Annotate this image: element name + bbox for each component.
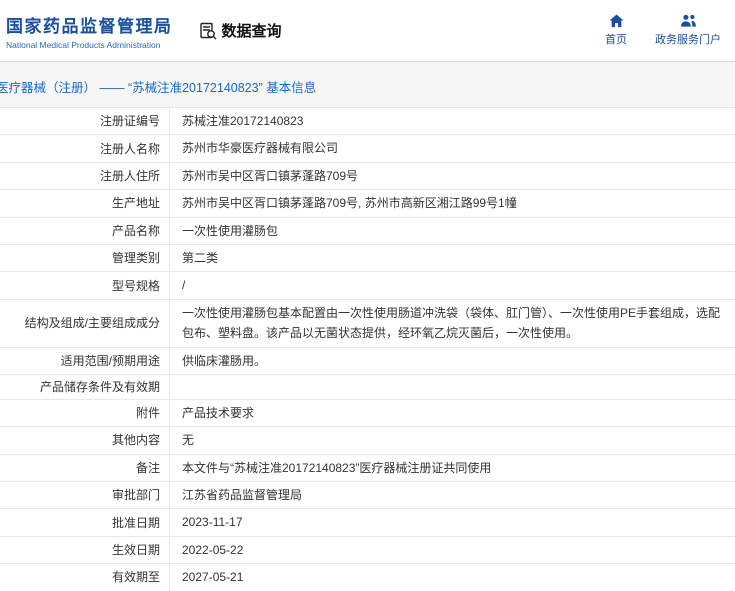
data-query-section: 数据查询 xyxy=(199,20,282,41)
row-value: 2027-05-21 xyxy=(182,570,244,585)
row-value: 苏械注准20172140823 xyxy=(182,114,304,128)
table-row: 附件 产品技术要求 xyxy=(0,399,735,428)
row-value: 苏州市吴中区胥口镇茅蓬路709号, 苏州市高新区湘江路99号1幢 xyxy=(182,196,517,211)
nav-portal-label: 政务服务门户 xyxy=(655,34,721,46)
site-logo: 国家药品监督管理局 National Medical Products Admi… xyxy=(6,12,173,50)
row-label: 备注 xyxy=(0,454,170,482)
registration-info-table: 注册证编号 苏械注准20172140823 注册人名称 苏州市华豪医疗器械有限公… xyxy=(0,107,735,591)
row-label: 批准日期 xyxy=(0,509,170,536)
table-row: 型号规格 / xyxy=(0,272,735,300)
row-label: 结构及组成/主要组成成分 xyxy=(0,299,170,347)
table-row: 生产地址 苏州市吴中区胥口镇茅蓬路709号, 苏州市高新区湘江路99号1幢 xyxy=(0,190,735,218)
row-value: 第二类 xyxy=(182,250,219,265)
table-row: 注册证编号 苏械注准20172140823 xyxy=(0,108,735,136)
row-value: 苏州市吴中区胥口镇茅蓬路709号 xyxy=(182,168,359,183)
row-label: 其他内容 xyxy=(0,427,170,454)
row-value: 江苏省药品监督管理局 xyxy=(182,488,303,503)
row-value xyxy=(170,375,735,399)
row-value: 产品技术要求 xyxy=(182,405,255,420)
header-nav: 首页 政务服务门户 xyxy=(605,14,721,47)
home-icon xyxy=(609,14,624,28)
row-value: 一次性使用灌肠包基本配置由一次性使用肠道冲洗袋（袋体、肛门管）、一次性使用PE手… xyxy=(182,305,721,341)
row-value: 本文件与“苏械注准20172140823”医疗器械注册证共同使用 xyxy=(182,460,492,475)
row-label: 适用范围/预期用途 xyxy=(0,347,170,374)
row-label: 型号规格 xyxy=(0,272,170,299)
table-row: 其他内容 无 xyxy=(0,427,735,455)
row-label: 注册人住所 xyxy=(0,162,170,190)
row-label: 生产地址 xyxy=(0,190,170,217)
table-row: 产品名称 一次性使用灌肠包 xyxy=(0,217,735,245)
table-row: 注册人名称 苏州市华豪医疗器械有限公司 xyxy=(0,135,735,163)
row-value: 2022-05-22 xyxy=(182,542,244,557)
row-label: 注册人名称 xyxy=(0,135,170,162)
table-row: 批准日期 2023-11-17 xyxy=(0,509,735,537)
table-row: 结构及组成/主要组成成分 一次性使用灌肠包基本配置由一次性使用肠道冲洗袋（袋体、… xyxy=(0,299,735,348)
row-value: 一次性使用灌肠包 xyxy=(182,223,279,238)
org-name-en: National Medical Products Administration xyxy=(6,39,161,50)
row-label: 产品名称 xyxy=(0,217,170,244)
nav-portal[interactable]: 政务服务门户 xyxy=(655,14,721,47)
row-label: 注册证编号 xyxy=(0,108,170,135)
row-label: 有效期至 xyxy=(0,564,170,591)
table-row: 备注 本文件与“苏械注准20172140823”医疗器械注册证共同使用 xyxy=(0,454,735,483)
table-row: 生效日期 2022-05-22 xyxy=(0,536,735,565)
table-row: 有效期至 2027-05-21 xyxy=(0,564,735,591)
nav-home-label: 首页 xyxy=(605,34,627,46)
row-value: 苏州市华豪医疗器械有限公司 xyxy=(182,141,339,156)
row-label: 管理类别 xyxy=(0,244,170,272)
row-label: 产品储存条件及有效期 xyxy=(0,374,170,399)
table-row: 适用范围/预期用途 供临床灌肠用。 xyxy=(0,347,735,375)
table-row: 产品储存条件及有效期 xyxy=(0,374,735,400)
data-query-icon xyxy=(199,22,217,40)
row-value: / xyxy=(182,278,186,293)
row-value: 2023-11-17 xyxy=(182,515,243,530)
row-value: 无 xyxy=(182,433,195,448)
table-row: 审批部门 江苏省药品监督管理局 xyxy=(0,482,735,510)
site-header: 国家药品监督管理局 National Medical Products Admi… xyxy=(0,0,735,62)
data-query-label: 数据查询 xyxy=(221,23,282,40)
table-row: 管理类别 第二类 xyxy=(0,244,735,273)
portal-icon xyxy=(680,14,697,28)
row-label: 生效日期 xyxy=(0,536,170,564)
nav-home[interactable]: 首页 xyxy=(605,14,627,47)
row-label: 审批部门 xyxy=(0,482,170,509)
row-value: 供临床灌肠用。 xyxy=(182,353,267,368)
org-name-cn: 国家药品监督管理局 xyxy=(6,16,173,36)
row-label: 附件 xyxy=(0,399,170,427)
table-row: 注册人住所 苏州市吴中区胥口镇茅蓬路709号 xyxy=(0,162,735,191)
page-title: 医疗器械（注册） —— “苏械注准20172140823” 基本信息 xyxy=(0,81,317,95)
